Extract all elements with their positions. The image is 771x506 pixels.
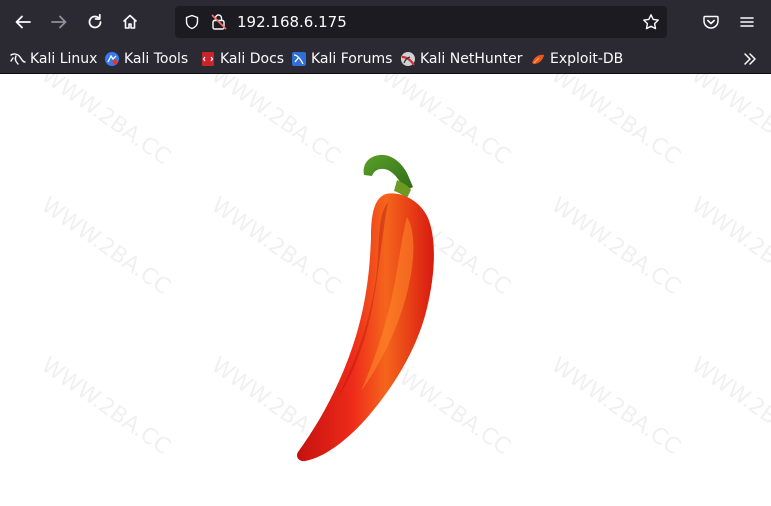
kali-tools-icon [105,52,119,66]
insecure-lock-icon[interactable] [211,13,227,31]
bookmark-label: Kali NetHunter [420,51,523,67]
watermark-text: WWW.2BA.CC [546,352,685,461]
star-icon[interactable] [642,13,660,31]
hamburger-menu-icon [740,17,754,27]
bookmarks-overflow-button[interactable] [741,50,759,68]
bookmark-kali-linux[interactable]: Kali Linux [10,49,97,69]
chevron-double-right-icon [744,53,756,65]
bookmark-kali-forums[interactable]: Kali Forums [291,49,392,69]
page-content: WWW.2BA.CC WWW.2BA.CC WWW.2BA.CC WWW.2BA… [0,74,771,506]
pocket-icon [703,15,719,29]
home-button[interactable] [114,6,146,38]
url-bar[interactable]: 192.168.6.175 [175,6,667,38]
bookmark-label: Exploit-DB [550,51,624,67]
bookmark-label: Kali Docs [220,51,285,67]
bookmark-exploit-db[interactable]: Exploit-DB [530,49,623,69]
bookmark-kali-tools[interactable]: Kali Tools [104,49,188,69]
home-icon [122,14,138,29]
bookmark-kali-nethunter[interactable]: Kali NetHunter [400,49,522,69]
exploit-db-icon [532,54,544,64]
watermark-text: WWW.2BA.CC [36,352,175,461]
arrow-right-icon [51,15,67,29]
bookmark-label: Kali Linux [30,51,98,67]
watermark-text: WWW.2BA.CC [546,192,685,301]
watermark-text: WWW.2BA.CC [686,192,771,301]
arrow-left-icon [15,15,31,29]
back-button[interactable] [7,6,39,38]
watermark-text: WWW.2BA.CC [546,74,685,171]
kali-dragon-icon [10,53,26,65]
bookmarks-toolbar: Kali Linux Kali Tools Kali Docs Kali For… [0,44,771,74]
forward-button[interactable] [43,6,75,38]
bookmark-label: Kali Tools [124,51,189,67]
bookmark-kali-docs[interactable]: Kali Docs [200,49,284,69]
bookmark-label: Kali Forums [311,51,393,67]
kali-docs-icon [202,52,214,66]
pocket-button[interactable] [695,6,727,38]
reload-icon [88,13,102,29]
watermark-text: WWW.2BA.CC [36,192,175,301]
url-text[interactable]: 192.168.6.175 [237,13,347,31]
watermark-text: WWW.2BA.CC [36,74,175,171]
nethunter-icon [401,52,415,66]
kali-forums-icon [292,52,306,66]
app-menu-button[interactable] [731,6,763,38]
browser-toolbar: 192.168.6.175 [0,0,771,44]
red-chili-pepper-image [296,154,434,462]
watermark-text: WWW.2BA.CC [686,74,771,171]
reload-button[interactable] [79,6,111,38]
shield-icon[interactable] [184,14,200,30]
watermark-text: WWW.2BA.CC [686,352,771,461]
